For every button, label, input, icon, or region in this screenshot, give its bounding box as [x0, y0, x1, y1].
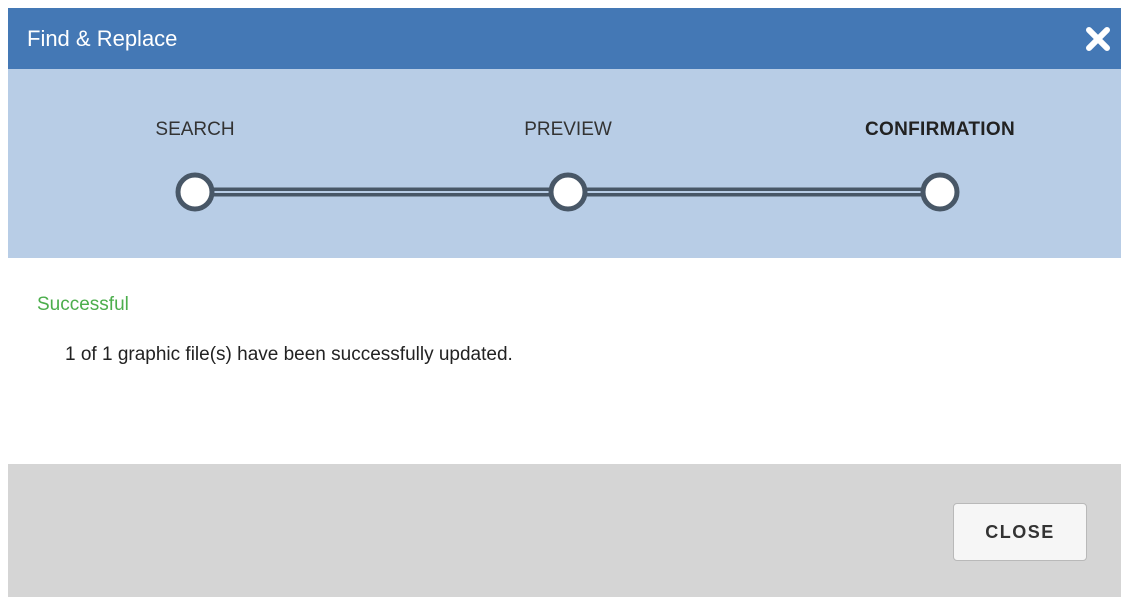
wizard-stepper: SEARCH PREVIEW CONFIRMATION — [8, 69, 1121, 258]
find-replace-dialog: Find & Replace SEARCH PREVIEW CONFIRMATI… — [0, 0, 1129, 597]
result-panel: Successful 1 of 1 graphic file(s) have b… — [8, 258, 1121, 464]
close-x-icon[interactable] — [1083, 24, 1113, 54]
stepper-track — [175, 172, 960, 212]
result-message: 1 of 1 graphic file(s) have been success… — [65, 344, 513, 365]
step-node-preview — [548, 172, 588, 212]
dialog-title: Find & Replace — [27, 26, 178, 51]
step-node-confirmation — [920, 172, 960, 212]
dialog-titlebar: Find & Replace — [8, 8, 1121, 69]
status-text: Successful — [37, 294, 129, 315]
step-node-search — [175, 172, 215, 212]
dialog-footer: CLOSE — [8, 464, 1121, 597]
close-button[interactable]: CLOSE — [953, 503, 1087, 561]
